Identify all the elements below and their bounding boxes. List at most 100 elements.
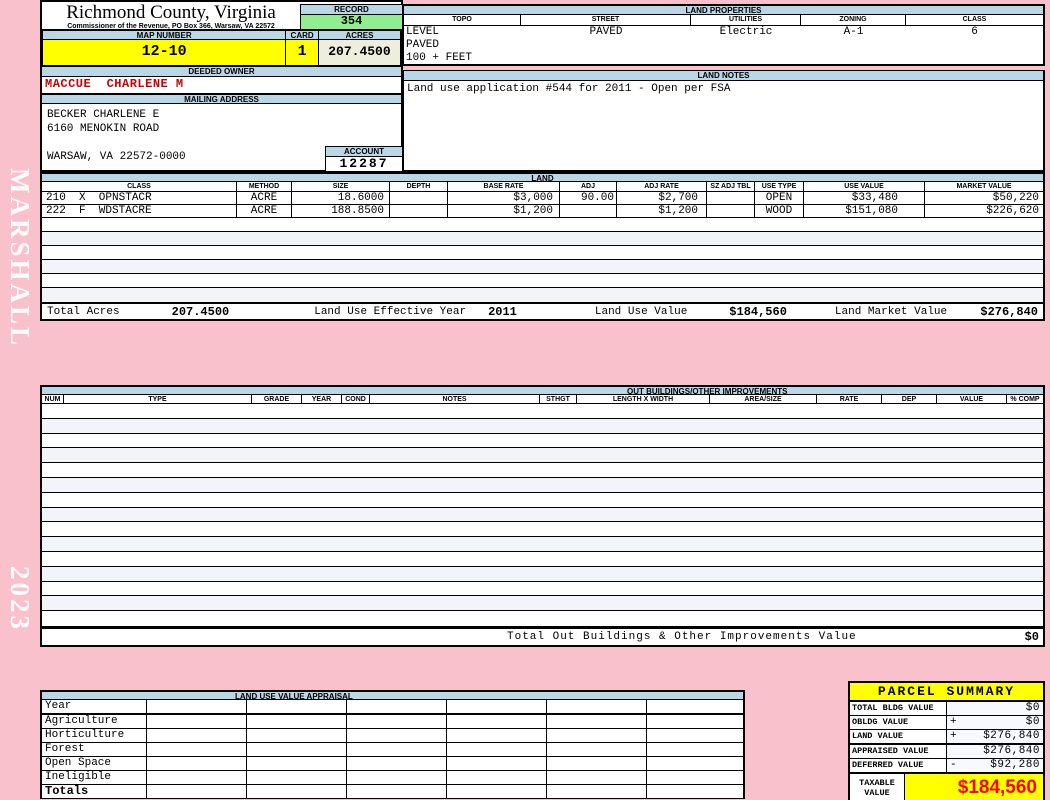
out-buildings-total-value: $0 xyxy=(1024,630,1039,644)
col-value: VALUE xyxy=(937,395,1007,403)
col-topo: TOPO xyxy=(404,15,521,25)
map-card-acres-row: MAP NUMBER 12-10 CARD 1 ACRES 207.4500 xyxy=(40,30,403,66)
land-properties-values: LEVEL PAVED 100 + FEET PAVED Electric A-… xyxy=(403,26,1045,66)
col-adj: ADJ xyxy=(560,182,617,191)
land-notes-text: Land use application #544 for 2011 - Ope… xyxy=(403,81,1045,172)
out-buildings-total-label: Total Out Buildings & Other Improvements… xyxy=(507,631,857,643)
account-value: 12287 xyxy=(325,157,403,172)
topo-line: PAVED xyxy=(406,39,440,51)
appraisal-row: Totals xyxy=(42,785,743,799)
appraisal-row: Horticulture xyxy=(42,729,743,743)
parcel-summary-row: TOTAL BLDG VALUE $0 xyxy=(850,702,1043,716)
utilities-value: Electric xyxy=(719,26,773,38)
effective-year-label: Land Use Effective Year xyxy=(314,305,467,318)
land-totals-row: Total Acres 207.4500 Land Use Effective … xyxy=(40,302,1045,321)
zoning-value: A-1 xyxy=(843,26,864,38)
parcel-summary-row: APPRAISED VALUE $276,840 xyxy=(850,745,1043,759)
empty-row xyxy=(42,611,1043,626)
topo-line: LEVEL xyxy=(406,26,440,38)
sidebar-county-label: MARSHALL xyxy=(5,168,35,349)
operator: + xyxy=(950,716,958,728)
appraisal-row: Open Space xyxy=(42,757,743,771)
land-title: LAND xyxy=(40,172,1045,182)
col-type: TYPE xyxy=(64,395,252,403)
parcel-summary-row: LAND VALUE + $276,840 xyxy=(850,730,1043,745)
address-line: 6160 MENOKIN ROAD xyxy=(47,123,160,135)
appraisal-row: Ineligible xyxy=(42,771,743,785)
acres-label: ACRES xyxy=(318,30,401,40)
county-title: Richmond County, Virginia xyxy=(66,2,276,23)
empty-row xyxy=(42,493,1043,508)
land-use-appraisal-table: Year Agriculture Horticulture Forest Ope… xyxy=(40,700,745,799)
col-cond: COND xyxy=(342,395,370,403)
taxable-value-label: TAXABLE VALUE xyxy=(850,774,905,800)
col-base-rate: BASE RATE xyxy=(448,182,560,191)
col-market-value: MARKET VALUE xyxy=(956,183,1012,190)
col-sz-adj-tbl: SZ ADJ TBL xyxy=(707,182,755,191)
col-area-size: AREA/SIZE xyxy=(710,395,817,403)
total-acres-value: 207.4500 xyxy=(171,304,230,319)
col-notes: NOTES xyxy=(370,395,540,403)
land-use-value-value: $184,560 xyxy=(729,304,787,319)
col-grade: GRADE xyxy=(252,395,302,403)
land-row: 222 F WDSTACRE ACRE 188.8500 $1,200 $1,2… xyxy=(40,205,1045,218)
col-utilities: UTILITIES xyxy=(691,15,801,25)
empty-row xyxy=(42,566,1043,582)
col-sthgt: STHGT xyxy=(540,395,577,403)
operator: + xyxy=(950,730,958,742)
appraisal-row: Year xyxy=(42,700,743,715)
col-num: NUM xyxy=(42,395,64,403)
col-zoning: ZONING xyxy=(801,15,906,25)
empty-row xyxy=(42,596,1043,612)
map-number-value: 12-10 xyxy=(42,40,287,66)
land-properties-section: LAND PROPERTIES TOPO STREET UTILITIES ZO… xyxy=(403,4,1045,66)
col-depth: DEPTH xyxy=(390,182,448,191)
col-pct-comp: % COMP xyxy=(1010,396,1040,403)
col-class: CLASS xyxy=(42,182,237,191)
land-market-value-value: $276,840 xyxy=(980,304,1038,319)
empty-row xyxy=(42,246,1043,260)
land-row: 210 X OPNSTACR ACRE 18.6000 $3,000 90.00… xyxy=(40,192,1045,205)
col-length-width: LENGTH X WIDTH xyxy=(577,395,710,403)
land-empty-rows xyxy=(40,218,1045,302)
land-use-value-label: Land Use Value xyxy=(594,305,688,318)
empty-row xyxy=(42,463,1043,478)
land-use-appraisal-section: LAND USE VALUE APPRAISAL Year Agricultur… xyxy=(40,690,745,800)
total-acres-label: Total Acres xyxy=(47,305,120,318)
parcel-summary-row: OBLDG VALUE + $0 xyxy=(850,716,1043,730)
deeded-owner-value: MACCUE CHARLENE M xyxy=(40,77,403,94)
deeded-owner-label: DEEDED OWNER xyxy=(40,66,403,77)
col-year: YEAR xyxy=(302,395,342,403)
empty-row xyxy=(42,522,1043,538)
col-method: METHOD xyxy=(237,182,292,191)
land-notes-title: LAND NOTES xyxy=(403,70,1045,81)
land-section: LAND CLASS METHOD SIZE DEPTH BASE RATE A… xyxy=(40,172,1045,302)
record-box: RECORD 354 xyxy=(300,4,403,30)
operator xyxy=(947,745,961,758)
land-use-appraisal-title: LAND USE VALUE APPRAISAL xyxy=(40,690,745,700)
effective-year-value: 2011 xyxy=(488,304,517,319)
col-rate: RATE xyxy=(817,395,882,403)
class-value: 6 xyxy=(971,26,978,38)
out-buildings-empty-rows xyxy=(40,404,1045,628)
out-buildings-total-row: Total Out Buildings & Other Improvements… xyxy=(40,627,1045,647)
record-value: 354 xyxy=(300,15,403,30)
empty-row xyxy=(42,448,1043,464)
operator xyxy=(947,702,961,715)
empty-row xyxy=(42,477,1043,493)
taxable-value-amount: $184,560 xyxy=(905,774,1043,800)
map-number-label: MAP NUMBER xyxy=(42,30,287,40)
empty-row xyxy=(42,537,1043,552)
commissioner-line: Commissioner of the Revenue, PO Box 366,… xyxy=(67,23,275,30)
card-label: CARD xyxy=(286,30,319,40)
parcel-summary-title: PARCEL SUMMARY xyxy=(850,683,1043,702)
col-use-type: USE TYPE xyxy=(755,182,804,191)
operator: - xyxy=(950,759,958,771)
land-notes-section: LAND NOTES Land use application #544 for… xyxy=(403,70,1045,172)
empty-row xyxy=(42,582,1043,597)
land-market-value-label: Land Market Value xyxy=(834,305,948,318)
address-line: BECKER CHARLENE E xyxy=(47,109,160,121)
land-properties-header-row: TOPO STREET UTILITIES ZONING CLASS xyxy=(403,15,1045,26)
taxable-value-row: TAXABLE VALUE $184,560 xyxy=(850,774,1043,800)
street-value: PAVED xyxy=(589,26,623,38)
